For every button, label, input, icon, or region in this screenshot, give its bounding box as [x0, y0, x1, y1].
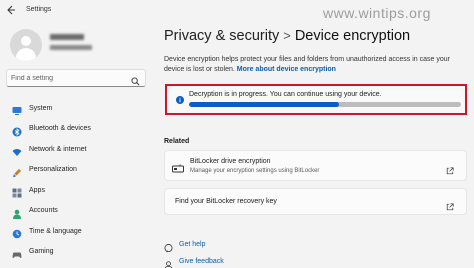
sidebar-item-label: Apps [29, 186, 45, 194]
feedback-icon [164, 257, 173, 268]
sidebar-item-label: Accounts [29, 207, 58, 215]
sidebar-item-accounts[interactable]: Accounts [6, 201, 146, 222]
external-link-icon [446, 198, 454, 211]
sidebar-item-label: System [29, 104, 53, 112]
info-icon [176, 91, 184, 104]
give-feedback-label: Give feedback [179, 258, 224, 265]
decryption-status-card: Decryption is in progress. You can conti… [170, 89, 462, 110]
get-help-label: Get help [179, 241, 206, 248]
sidebar-item-gaming[interactable]: Gaming [6, 242, 146, 263]
app-title: Settings [26, 6, 52, 13]
bitlocker-drive-icon [172, 160, 184, 173]
find-recovery-key-link[interactable]: Find your BitLocker recovery key [164, 188, 467, 215]
back-arrow-icon[interactable] [6, 5, 18, 17]
bluetooth-icon [12, 124, 22, 137]
sidebar-item-label: Bluetooth & devices [29, 125, 91, 133]
search-icon[interactable] [131, 73, 140, 86]
wifi-icon [12, 144, 22, 157]
decryption-progress-bar [189, 102, 461, 107]
breadcrumb-parent[interactable]: Privacy & security [164, 28, 279, 44]
related-title: Find your BitLocker recovery key [175, 198, 277, 205]
sidebar-item-network[interactable]: Network & internet [6, 139, 146, 160]
monitor-icon [12, 103, 22, 116]
decryption-status-text: Decryption is in progress. You can conti… [189, 91, 382, 98]
sidebar-item-label: Gaming [29, 248, 54, 256]
brush-icon [12, 165, 22, 177]
more-about-encryption-link[interactable]: More about device encryption [237, 66, 336, 73]
sidebar-item-apps[interactable]: Apps [6, 180, 146, 201]
sidebar: System Bluetooth & devices Network & int… [0, 22, 155, 268]
breadcrumb: Privacy & security > Device encryption [164, 28, 410, 44]
search-input[interactable] [11, 72, 126, 84]
external-link-icon [446, 162, 454, 175]
apps-icon [12, 185, 22, 198]
sidebar-item-personalization[interactable]: Personalization [6, 160, 146, 181]
main-content: Privacy & security > Device encryption Dev… [155, 22, 474, 268]
search-box[interactable] [6, 69, 146, 87]
sidebar-item-label: Network & internet [29, 145, 87, 153]
gamepad-icon [12, 247, 22, 258]
decryption-progress-fill [189, 102, 339, 107]
decryption-status-highlight: Decryption is in progress. You can conti… [165, 84, 467, 115]
help-chat-icon [164, 240, 173, 253]
related-heading: Related [164, 138, 190, 145]
globe-clock-icon [12, 226, 22, 239]
user-email-blurred [50, 45, 92, 50]
person-icon [12, 206, 22, 219]
user-name-blurred [50, 34, 84, 40]
breadcrumb-separator: > [283, 28, 291, 43]
sidebar-item-bluetooth[interactable]: Bluetooth & devices [6, 119, 146, 140]
related-title: BitLocker drive encryption [190, 158, 271, 165]
page-description: Device encryption helps protect your fil… [164, 55, 464, 75]
sidebar-item-label: Personalization [29, 166, 77, 174]
user-profile[interactable] [8, 27, 148, 71]
watermark: www.wintips.org [323, 5, 431, 21]
give-feedback-link[interactable]: Give feedback [164, 257, 224, 268]
sidebar-nav: System Bluetooth & devices Network & int… [6, 98, 146, 262]
bitlocker-drive-encryption-link[interactable]: BitLocker drive encryption Manage your e… [164, 150, 467, 181]
sidebar-item-time-language[interactable]: Time & language [6, 221, 146, 242]
related-subtitle: Manage your encryption settings using Bi… [190, 168, 320, 174]
get-help-link[interactable]: Get help [164, 240, 206, 253]
sidebar-item-system[interactable]: System [6, 98, 146, 119]
sidebar-item-label: Time & language [29, 227, 82, 235]
avatar[interactable] [10, 29, 42, 61]
page-title: Device encryption [294, 28, 411, 44]
